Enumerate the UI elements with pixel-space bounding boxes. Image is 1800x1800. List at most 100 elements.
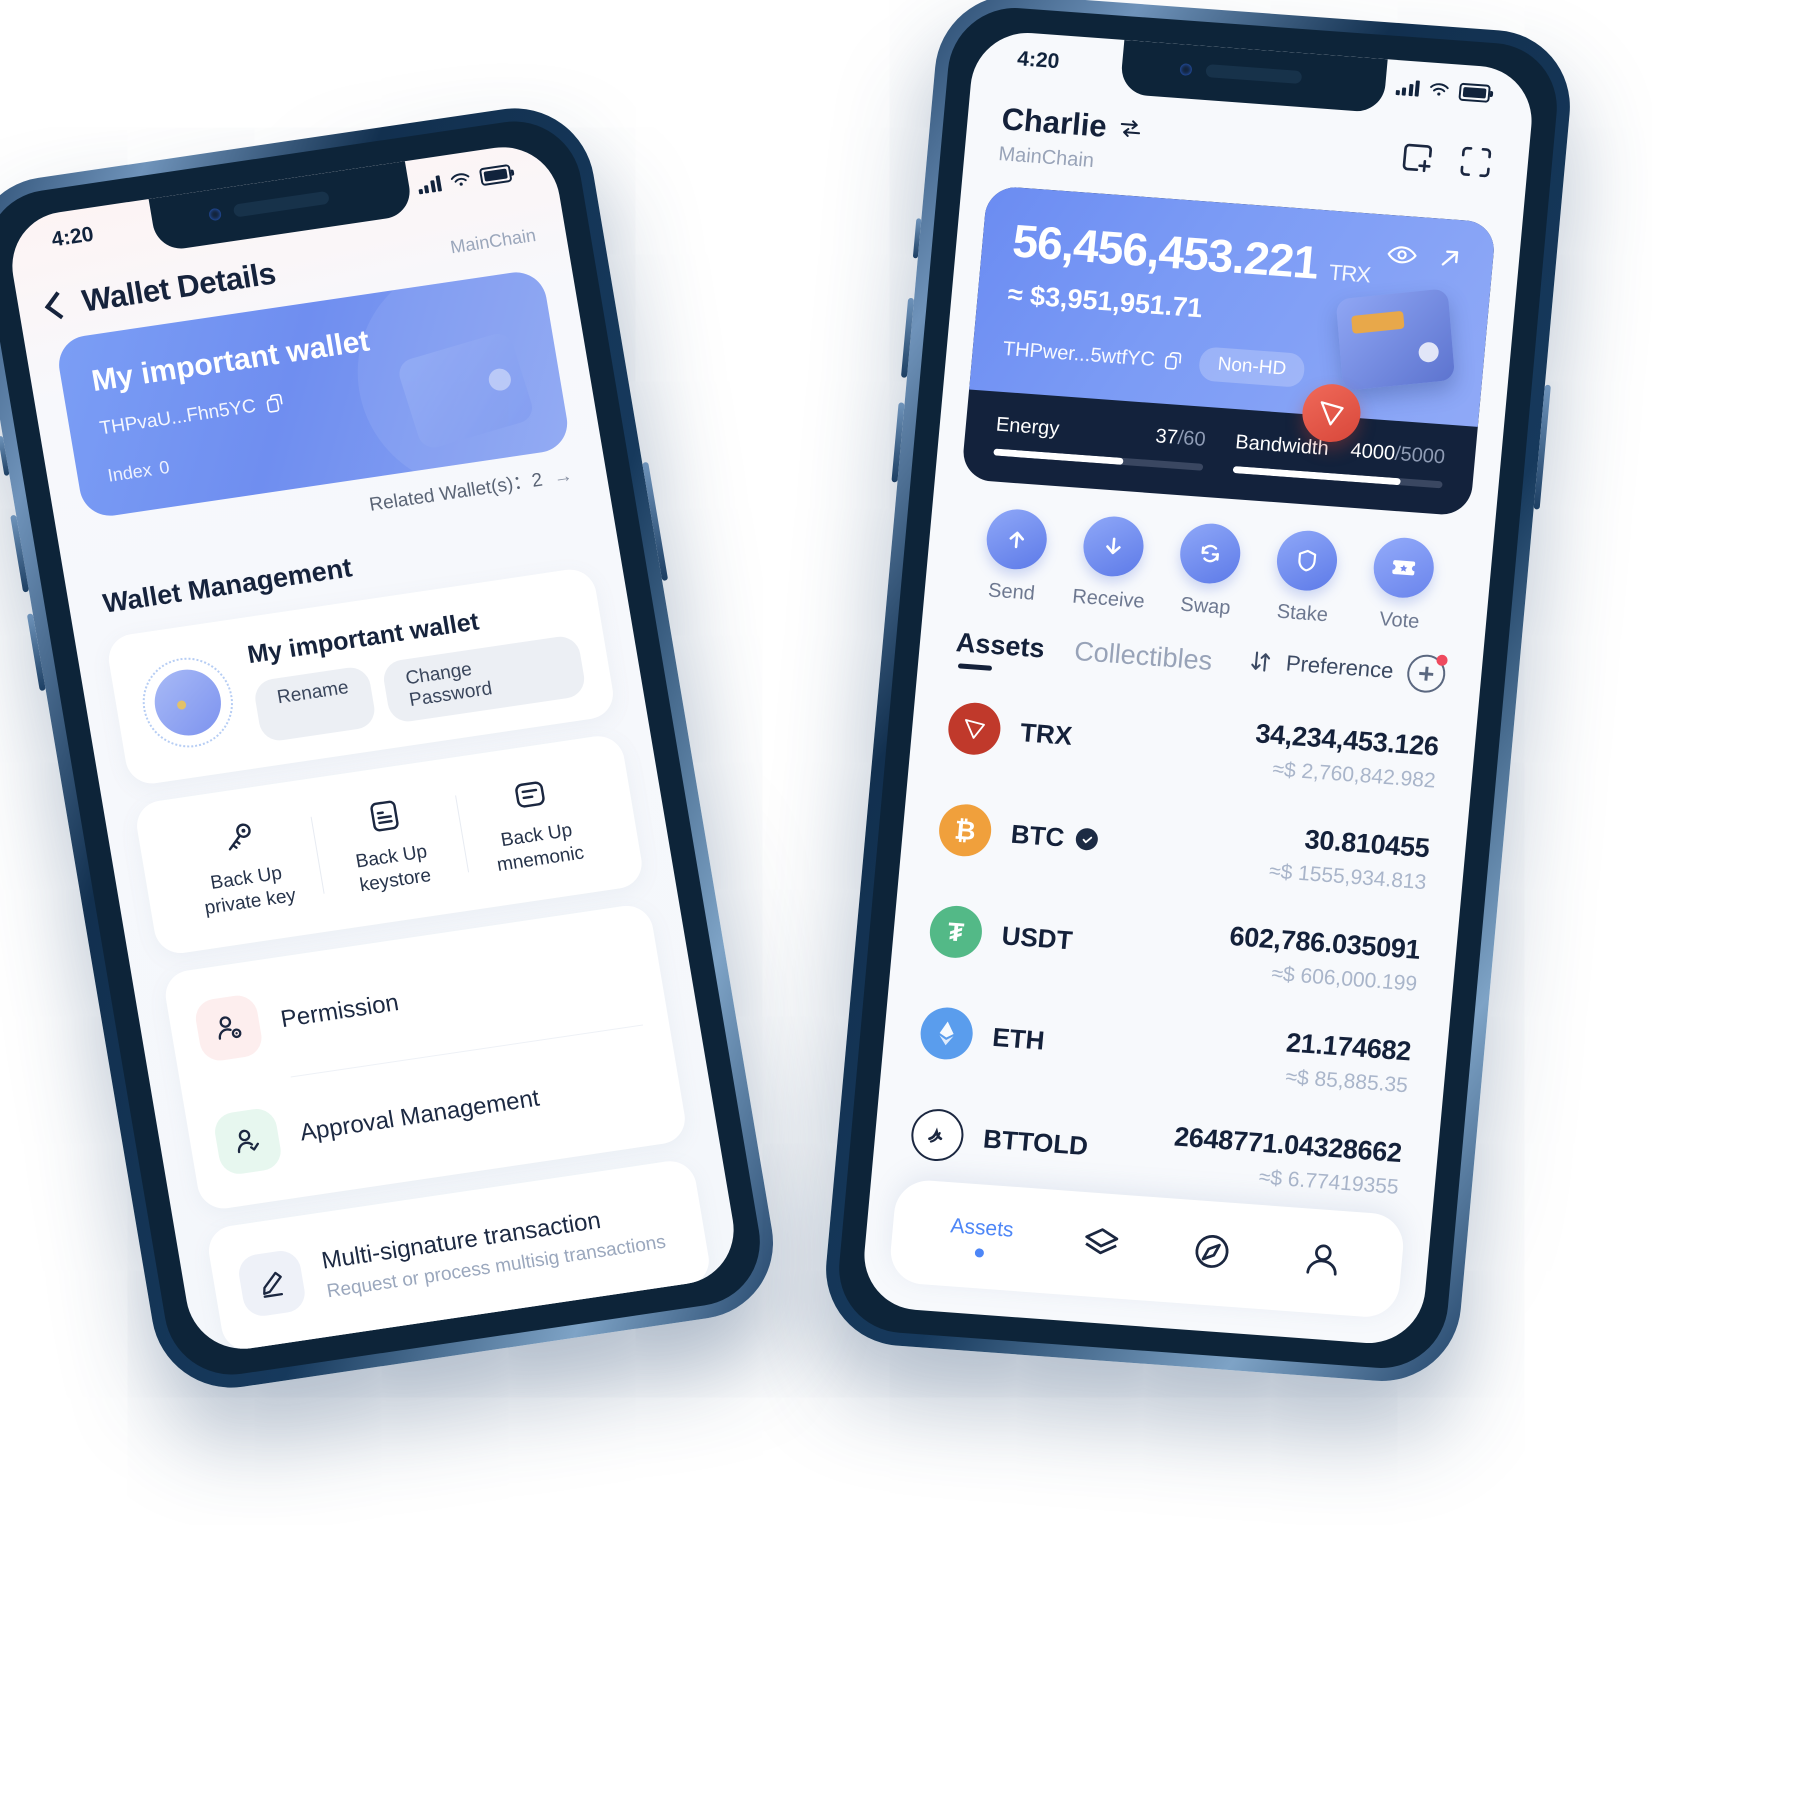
volume-down-button[interactable]	[26, 613, 46, 692]
menu-multisig-text: Multi-signature transaction Request or p…	[320, 1198, 668, 1303]
account-address-text: THPwer...5wtfYC	[1001, 337, 1156, 371]
asset-symbol-group: BTC	[1010, 818, 1100, 855]
volume-down-button[interactable]	[891, 402, 905, 483]
bandwidth-used: 4000	[1349, 439, 1396, 465]
asset-amount: 21.174682	[1284, 1027, 1413, 1067]
action-swap-label: Swap	[1179, 593, 1232, 620]
account-name: Charlie	[1000, 101, 1109, 144]
balance-unit: TRX	[1327, 259, 1372, 288]
resource-energy-label: Energy	[995, 413, 1061, 441]
action-stake-label: Stake	[1275, 600, 1329, 627]
battery-icon	[478, 163, 513, 187]
asset-usd: ≈$ 2,760,842.982	[1271, 757, 1437, 793]
tabbar-item-assets[interactable]: Assets	[948, 1214, 1015, 1259]
balance-amount: 56,456,453.221	[1010, 214, 1321, 289]
rename-button[interactable]: Rename	[252, 665, 378, 744]
asset-amount: 30.810455	[1303, 824, 1431, 864]
phone-screen-left: 4:20 Wallet Details MainChain My importa…	[3, 139, 743, 1357]
menu-approval-title: Approval Management	[297, 1084, 542, 1147]
phone-wallet-home: 4:20 Charlie MainChain 56,456,453.221 TR…	[819, 0, 1577, 1387]
account-address[interactable]: THPwer...5wtfYC	[1002, 337, 1185, 373]
backup-row: Back Up private key Back Up keystore Bac…	[163, 760, 616, 928]
scan-qr-icon[interactable]	[1456, 143, 1495, 181]
energy-total: 60	[1182, 427, 1207, 451]
tabbar-item-profile[interactable]	[1298, 1236, 1346, 1288]
related-wallets-label: Related Wallet(s)：2	[367, 469, 545, 516]
arrow-down-icon	[1080, 514, 1146, 579]
menu-permission-title: Permission	[278, 988, 401, 1033]
power-button[interactable]	[1533, 384, 1551, 510]
tab-assets[interactable]: Assets	[954, 627, 1046, 674]
switch-account-icon[interactable]	[1118, 117, 1144, 141]
eye-icon[interactable]	[1386, 243, 1418, 267]
wallet-address-text: THPvaU...Fhn5YC	[98, 395, 258, 440]
asset-amount: 602,786.035091	[1228, 921, 1422, 965]
action-send[interactable]: Send	[962, 506, 1068, 608]
account-block[interactable]: Charlie MainChain	[997, 101, 1144, 176]
arrow-right-icon: →	[551, 465, 575, 489]
action-swap[interactable]: Swap	[1156, 520, 1262, 622]
chain-label: MainChain	[448, 224, 538, 257]
copy-icon[interactable]	[1163, 351, 1185, 372]
tabbar-active-dot	[974, 1247, 985, 1258]
phone-screen-right: 4:20 Charlie MainChain 56,456,453.221 TR…	[859, 29, 1537, 1347]
mnemonic-list-icon	[460, 765, 600, 824]
mute-switch[interactable]	[0, 435, 10, 476]
menu-permission-text: Permission	[279, 989, 401, 1034]
action-vote[interactable]: Vote	[1350, 534, 1456, 636]
pencil-icon	[235, 1247, 308, 1319]
speaker-right	[1205, 64, 1303, 85]
index-value: 0	[157, 456, 171, 479]
asset-values: 21.174682 ≈$ 85,885.35	[1282, 1027, 1413, 1098]
tabbar-item-explore[interactable]	[1188, 1227, 1236, 1279]
action-receive[interactable]: Receive	[1059, 513, 1165, 615]
swap-icon	[1177, 521, 1243, 586]
change-password-button[interactable]: Change Password	[380, 634, 588, 725]
header-icons	[1398, 139, 1495, 182]
balance-card-top: 56,456,453.221 TRX ≈ $3,951,951.71 THPwe…	[969, 185, 1497, 445]
keystore-file-icon	[315, 786, 455, 845]
permission-approval-card: Permission Approval Management	[161, 901, 689, 1212]
external-link-icon[interactable]	[1436, 244, 1464, 272]
wallet-avatar	[135, 651, 240, 754]
volume-up-button[interactable]	[900, 297, 915, 378]
wallet-identity-text: My important wallet Rename Change Passwo…	[245, 594, 588, 744]
status-icons-left	[416, 163, 513, 196]
action-receive-label: Receive	[1071, 585, 1146, 613]
asset-symbol: ETH	[991, 1021, 1046, 1056]
backup-private-key-button[interactable]: Back Up private key	[163, 803, 326, 928]
backup-mnemonic-button[interactable]: Back Up mnemonic	[453, 760, 616, 885]
resource-energy[interactable]: Energy 37/60	[993, 413, 1207, 471]
wallet-details-body: Wallet Details MainChain My important wa…	[4, 140, 742, 1357]
front-camera-right	[1179, 63, 1193, 76]
signal-icon	[416, 175, 443, 195]
mute-switch[interactable]	[912, 218, 922, 259]
phone-wallet-details: 4:20 Wallet Details MainChain My importa…	[0, 97, 785, 1399]
tron-icon	[946, 700, 1003, 757]
layers-icon	[1085, 1227, 1119, 1254]
resource-bandwidth-value: 4000/5000	[1349, 439, 1446, 469]
permission-user-icon	[192, 992, 265, 1063]
tabbar-item-layers[interactable]	[1077, 1219, 1125, 1271]
wifi-icon	[1430, 83, 1449, 96]
shield-icon	[1274, 528, 1340, 593]
sort-arrows-icon[interactable]	[1249, 649, 1273, 675]
add-wallet-icon[interactable]	[1398, 139, 1437, 177]
chevron-left-icon[interactable]	[44, 291, 73, 320]
status-time-left: 4:20	[49, 222, 96, 252]
account-name-row[interactable]: Charlie	[1000, 101, 1144, 147]
phone-bezel-left: 4:20 Wallet Details MainChain My importa…	[0, 112, 770, 1384]
action-stake[interactable]: Stake	[1253, 527, 1359, 629]
volume-up-button[interactable]	[10, 514, 30, 593]
approval-user-check-icon	[211, 1105, 284, 1177]
asset-symbol: BTC	[1009, 818, 1066, 853]
energy-progress-track	[993, 448, 1204, 471]
backup-keystore-button[interactable]: Back Up keystore	[308, 782, 471, 907]
copy-icon[interactable]	[264, 392, 287, 415]
add-token-icon[interactable]	[1405, 653, 1448, 694]
wallet-identity-row: My important wallet Rename Change Passwo…	[135, 594, 588, 760]
page-title: Wallet Details	[79, 255, 279, 319]
preference-label[interactable]: Preference	[1285, 650, 1395, 684]
signal-icon	[1395, 79, 1420, 97]
arrow-up-icon	[983, 507, 1049, 572]
